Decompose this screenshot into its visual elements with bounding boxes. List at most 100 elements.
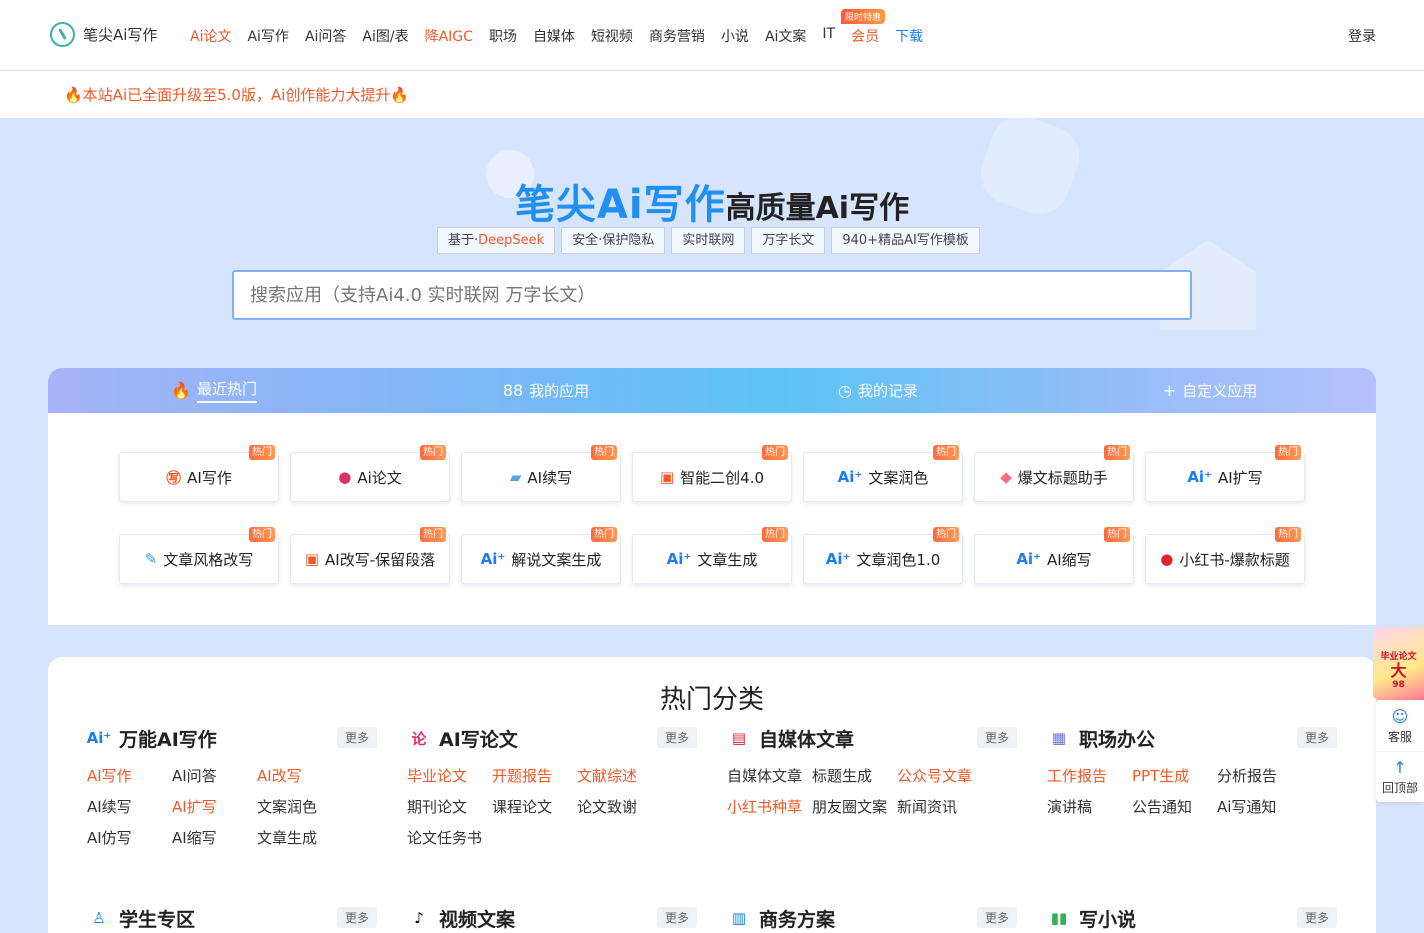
hot-badge: 热门 (591, 527, 617, 542)
nav-item[interactable]: 会员 (851, 26, 879, 46)
hot-badge: 热门 (762, 527, 788, 542)
category-link[interactable]: 文案润色 (257, 796, 342, 817)
category-link[interactable]: 公众号文章 (897, 765, 982, 786)
category-link[interactable]: 新闻资讯 (897, 796, 982, 817)
category-header: ♙ 学生专区 更多 (87, 903, 377, 933)
category-link[interactable]: 开题报告 (492, 765, 577, 786)
grid-icon: 88 (502, 381, 524, 400)
more-button[interactable]: 更多 (336, 727, 377, 748)
category-icon: ▦ (1051, 729, 1067, 747)
app-card[interactable]: 热门 ● Ai论文 (290, 445, 450, 502)
category-name: 商务方案 (759, 908, 836, 931)
app-label: 爆文标题助手 (1017, 468, 1108, 487)
more-button[interactable]: 更多 (336, 907, 377, 928)
category-link[interactable]: AI写作 (87, 765, 172, 786)
category-icon: ▤ (731, 729, 747, 747)
hero-title: 笔尖Ai写作高质量Ai写作 (0, 172, 1424, 230)
category-link[interactable]: AI改写 (257, 765, 342, 786)
tab-3[interactable]: ◷ 我的记录 (712, 368, 1044, 413)
more-button[interactable]: 更多 (656, 907, 697, 928)
category-link[interactable]: 工作报告 (1047, 765, 1132, 786)
nav-item[interactable]: 下载 (895, 26, 923, 46)
category-link[interactable]: 公告通知 (1132, 796, 1217, 817)
tab-1[interactable]: 🔥 最近热门 (48, 368, 380, 413)
app-card[interactable]: 热门㊢ AI写作 (119, 445, 279, 502)
app-card[interactable]: 热门 Ai⁺ 文案润色 (803, 445, 963, 502)
nav-item[interactable]: Ai文案 (765, 26, 806, 46)
search-input[interactable] (232, 270, 1192, 320)
nav-item[interactable]: Ai论文 (190, 26, 231, 46)
category-link[interactable]: 毕业论文 (407, 765, 492, 786)
nav-item[interactable]: IT (822, 26, 835, 46)
notice-text: 🔥本站Ai已全面升级至5.0版，Ai创作能力大提升🔥 (64, 86, 410, 104)
app-card[interactable]: 热门 ▣ 智能二创4.0 (632, 445, 792, 502)
app-card[interactable]: 热门 Ai⁺ AI缩写 (974, 527, 1134, 584)
more-button[interactable]: 更多 (1296, 727, 1337, 748)
app-label: 文章润色1.0 (856, 550, 941, 569)
category-link[interactable]: 小红书种草 (727, 796, 812, 817)
nav-item[interactable]: 职场 (489, 26, 517, 46)
category-link[interactable]: 期刊论文 (407, 796, 492, 817)
login-link[interactable]: 登录 (1348, 26, 1376, 46)
app-card[interactable]: 热门 ◆ 爆文标题助手 (974, 445, 1134, 502)
hot-badge: 热门 (762, 445, 788, 460)
graduation-promo-banner[interactable]: 毕业论文 大 98 (1373, 627, 1424, 700)
category-link[interactable]: 自媒体文章 (727, 765, 812, 786)
category-link[interactable]: 文章生成 (257, 827, 342, 848)
category-link[interactable]: 论文致谢 (577, 796, 662, 817)
category-link[interactable]: 论文任务书 (407, 827, 492, 848)
hot-badge: 热门 (1104, 527, 1130, 542)
tab-4[interactable]: + 自定义应用 (1044, 368, 1376, 413)
app-label: 智能二创4.0 (680, 468, 765, 487)
category-link[interactable]: 标题生成 (812, 765, 897, 786)
app-icon: ▣ (659, 468, 675, 486)
nav-item[interactable]: 商务营销 (649, 26, 705, 46)
category-block: ▥ 商务方案 更多 (727, 903, 1017, 933)
app-card[interactable]: 热门 ▣ AI改写-保留段落 (290, 527, 450, 584)
category-link[interactable]: 演讲稿 (1047, 796, 1132, 817)
hero-tagline: 高质量Ai写作 (725, 191, 910, 226)
arrow-up-icon: ↑ (1393, 758, 1407, 777)
customer-service-button[interactable]: ☺ 客服 (1376, 700, 1424, 751)
category-link[interactable]: PPT生成 (1132, 765, 1217, 786)
logo[interactable]: 笔尖Ai写作 (50, 22, 157, 47)
app-card[interactable]: 热门 Ai⁺ 文章润色1.0 (803, 527, 963, 584)
more-button[interactable]: 更多 (976, 907, 1017, 928)
app-card[interactable]: 热门 Ai⁺ 解说文案生成 (461, 527, 621, 584)
nav-item[interactable]: 自媒体 (533, 26, 575, 46)
tab-2[interactable]: 88 我的应用 (380, 368, 712, 413)
category-name: 学生专区 (119, 908, 196, 931)
category-items: AI写作 AI问答 AI改写 AI续写 AI扩写 文案润色 AI仿写 AI缩写 文章生成 (87, 765, 377, 848)
category-link[interactable]: Ai写通知 (1217, 796, 1302, 817)
category-link[interactable]: AI续写 (87, 796, 172, 817)
category-link[interactable]: AI仿写 (87, 827, 172, 848)
nav-item[interactable]: Ai图/表 (362, 26, 408, 46)
app-label: AI缩写 (1046, 550, 1092, 569)
nav-item[interactable]: 小说 (721, 26, 749, 46)
app-icon: ◆ (1000, 468, 1012, 486)
nav-item[interactable]: 短视频 (591, 26, 633, 46)
category-link[interactable]: AI扩写 (172, 796, 257, 817)
app-card[interactable]: 热门 ● 小红书-爆款标题 (1145, 527, 1305, 584)
category-items: 工作报告 PPT生成 分析报告演讲稿 公告通知 Ai写通知 (1047, 765, 1337, 817)
app-label: 解说文案生成 (511, 550, 602, 569)
more-button[interactable]: 更多 (976, 727, 1017, 748)
category-link[interactable]: AI缩写 (172, 827, 257, 848)
app-card[interactable]: 热门 Ai⁺ 文章生成 (632, 527, 792, 584)
back-to-top-button[interactable]: ↑ 回顶部 (1376, 751, 1424, 802)
nav-item[interactable]: Ai写作 (247, 26, 288, 46)
category-link[interactable]: 课程论文 (492, 796, 577, 817)
app-card[interactable]: 热门 Ai⁺ AI扩写 (1145, 445, 1305, 502)
more-button[interactable]: 更多 (656, 727, 697, 748)
category-link[interactable]: 朋友圈文案 (812, 796, 897, 817)
nav-item[interactable]: Ai问答 (305, 26, 346, 46)
tag-highlight: DeepSeek (478, 233, 545, 248)
category-link[interactable]: 分析报告 (1217, 765, 1302, 786)
app-card[interactable]: 热门 ✎ 文章风格改写 (119, 527, 279, 584)
app-card[interactable]: 热门 ▰ AI续写 (461, 445, 621, 502)
pen-logo-icon (50, 22, 75, 47)
nav-item[interactable]: 降AIGC (425, 26, 473, 46)
category-link[interactable]: 文献综述 (577, 765, 662, 786)
more-button[interactable]: 更多 (1296, 907, 1337, 928)
category-link[interactable]: AI问答 (172, 765, 257, 786)
